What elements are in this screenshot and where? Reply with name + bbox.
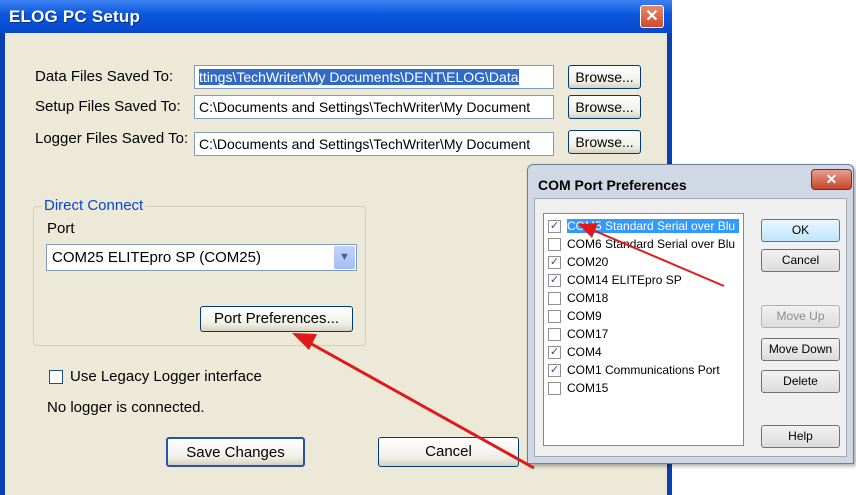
logger-files-browse-button[interactable]: Browse...	[568, 130, 641, 154]
port-preferences-button[interactable]: Port Preferences...	[200, 306, 353, 332]
move-up-button[interactable]: Move Up	[761, 305, 840, 328]
port-name: COM14 ELITEpro SP	[567, 273, 682, 287]
port-select[interactable]: COM25 ELITEpro SP (COM25) ▼	[46, 244, 357, 271]
list-item[interactable]: ✓ COM5 Standard Serial over Blu	[546, 218, 742, 236]
setup-files-browse-button[interactable]: Browse...	[568, 95, 641, 119]
legacy-logger-label: Use Legacy Logger interface	[70, 368, 262, 385]
port-checkbox[interactable]: ✓	[548, 364, 561, 377]
close-icon[interactable]: ✕	[811, 169, 852, 190]
port-checkbox[interactable]	[548, 292, 561, 305]
port-checkbox[interactable]: ✓	[548, 274, 561, 287]
logger-files-label: Logger Files Saved To:	[35, 130, 189, 147]
com-port-cancel-button[interactable]: Cancel	[761, 249, 840, 272]
com-port-list[interactable]: ✓ COM5 Standard Serial over Blu COM6 Stand…	[543, 213, 744, 446]
port-checkbox[interactable]: ✓	[548, 256, 561, 269]
port-name: COM5 Standard Serial over Blu	[567, 219, 740, 233]
list-item[interactable]: COM6 Standard Serial over Blu	[546, 236, 742, 254]
cancel-button[interactable]: Cancel	[378, 437, 519, 467]
help-button[interactable]: Help	[761, 425, 840, 448]
close-icon[interactable]: ✕	[640, 5, 664, 28]
ok-button[interactable]: OK	[761, 219, 840, 242]
list-item[interactable]: ✓ COM1 Communications Port	[546, 362, 742, 380]
port-checkbox[interactable]	[548, 328, 561, 341]
port-name: COM17	[567, 327, 609, 341]
legacy-logger-checkbox[interactable]	[49, 370, 63, 384]
list-item[interactable]: ✓ COM20	[546, 254, 742, 272]
list-item[interactable]: COM9	[546, 308, 742, 326]
com-port-dialog-title: COM Port Preferences	[538, 177, 687, 193]
list-item[interactable]: COM18	[546, 290, 742, 308]
com-port-dialog-body: ✓ COM5 Standard Serial over Blu COM6 Stand…	[534, 198, 847, 457]
port-name: COM15	[567, 381, 609, 395]
port-name: COM6 Standard Serial over Blu	[567, 237, 736, 251]
list-item[interactable]: ✓ COM4	[546, 344, 742, 362]
port-name: COM18	[567, 291, 609, 305]
data-files-label: Data Files Saved To:	[35, 68, 174, 85]
save-changes-button[interactable]: Save Changes	[166, 437, 305, 467]
port-checkbox[interactable]: ✓	[548, 346, 561, 359]
port-label: Port	[47, 220, 75, 237]
list-item[interactable]: COM15	[546, 380, 742, 398]
port-checkbox[interactable]	[548, 310, 561, 323]
com-port-preferences-window: COM Port Preferences ✕ ✓ COM5 Standard Se…	[527, 164, 854, 464]
port-checkbox[interactable]	[548, 382, 561, 395]
data-files-value: ttings\TechWriter\My Documents\DENT\ELOG…	[199, 69, 519, 85]
data-files-input[interactable]: ttings\TechWriter\My Documents\DENT\ELOG…	[194, 65, 554, 89]
move-down-button[interactable]: Move Down	[761, 338, 840, 361]
port-name: COM9	[567, 309, 602, 323]
port-name: COM1 Communications Port	[567, 363, 720, 377]
list-item[interactable]: ✓ COM14 ELITEpro SP	[546, 272, 742, 290]
chevron-down-icon[interactable]: ▼	[334, 246, 355, 269]
list-item[interactable]: COM17	[546, 326, 742, 344]
logger-files-input[interactable]: C:\Documents and Settings\TechWriter\My …	[194, 132, 554, 156]
port-checkbox[interactable]	[548, 238, 561, 251]
setup-files-input[interactable]: C:\Documents and Settings\TechWriter\My …	[194, 95, 554, 119]
port-checkbox[interactable]: ✓	[548, 220, 561, 233]
port-name: COM20	[567, 255, 609, 269]
window-title: ELOG PC Setup	[9, 7, 141, 26]
port-select-value: COM25 ELITEpro SP (COM25)	[52, 249, 261, 266]
data-files-browse-button[interactable]: Browse...	[568, 65, 641, 89]
direct-connect-caption: Direct Connect	[42, 197, 146, 214]
delete-button[interactable]: Delete	[761, 370, 840, 393]
setup-files-label: Setup Files Saved To:	[35, 98, 181, 115]
port-name: COM4	[567, 345, 602, 359]
title-bar[interactable]: ELOG PC Setup ✕	[0, 0, 672, 33]
connection-status-text: No logger is connected.	[47, 399, 205, 416]
